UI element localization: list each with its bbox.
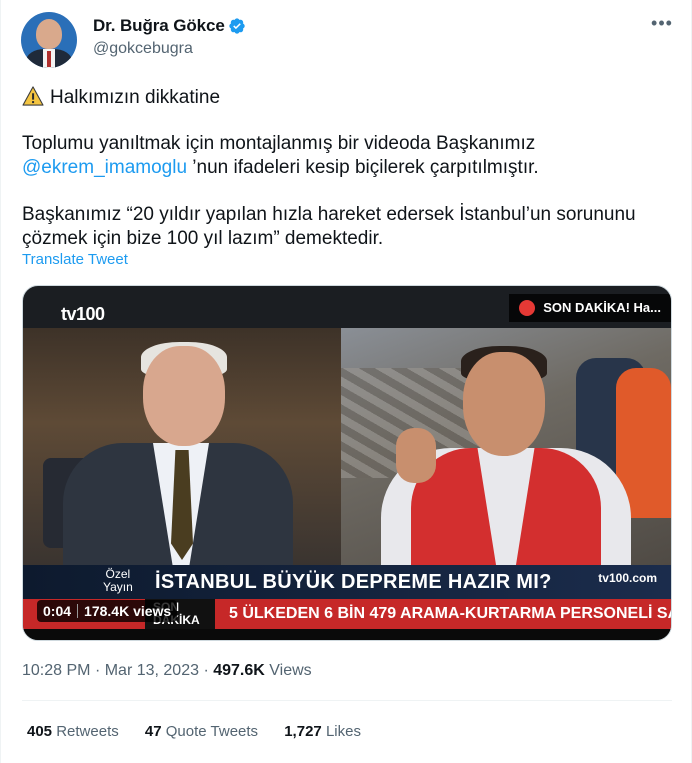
meta-dot: · [94, 662, 101, 679]
more-options-icon[interactable]: ••• [651, 14, 673, 36]
tweet-meta: 10:28 PM · Mar 13, 2023 · 497.6K Views [22, 662, 312, 680]
warning-icon [22, 86, 44, 106]
verified-badge-icon [229, 18, 245, 34]
tweet-line-3: @ekrem_imamoglu ’nun ifadeleri kesip biç… [22, 156, 539, 180]
quotes-count: 47 [144, 723, 162, 740]
tweet-text-1: Halkımızın dikkatine [50, 87, 221, 108]
engagement-stats: 405 Retweets 47 Quote Tweets 1,727 Likes [27, 723, 383, 740]
live-dot-icon [519, 300, 536, 316]
video-frame-left [23, 328, 341, 568]
tweet-text-3: ’nun ifadeleri kesip biçilerek çarpıtılm… [192, 157, 539, 178]
views-label: Views [269, 662, 312, 679]
video-views: 178.4K views [84, 603, 172, 619]
quotes-label: Quote Tweets [165, 723, 259, 740]
avatar[interactable] [21, 12, 77, 68]
program-label: Özel Yayın [103, 568, 133, 594]
lower-third: Özel Yayın İSTANBUL BÜYÜK DEPREME HAZIR … [23, 565, 671, 599]
meta-dot-2: · [203, 662, 209, 679]
video-frame-right [341, 328, 671, 568]
tweet-text-2: Toplumu yanıltmak için montajlanmış bir … [22, 133, 536, 154]
likes-stat[interactable]: 1,727 Likes [284, 723, 361, 740]
tweet-line-1: Halkımızın dikkatine [22, 86, 220, 110]
corner-logo: tv100.com [598, 571, 657, 585]
tweet-time[interactable]: 10:28 PM [22, 662, 90, 679]
ticker-text: 5 ÜLKEDEN 6 BİN 479 ARAMA-KURTARMA PERSO… [229, 605, 672, 622]
retweets-count: 405 [27, 723, 53, 740]
mention-link[interactable]: @ekrem_imamoglu [22, 157, 187, 178]
retweets-stat[interactable]: 405 Retweets [27, 723, 119, 740]
tweet-text-4: Başkanımız “20 yıldır yapılan hızla hare… [22, 204, 636, 225]
retweets-label: Retweets [56, 723, 119, 740]
quote-tweets-stat[interactable]: 47 Quote Tweets [145, 723, 258, 740]
likes-label: Likes [325, 723, 361, 740]
breaking-badge: SON DAKİKA! Ha... [509, 294, 671, 322]
video-headline: İSTANBUL BÜYÜK DEPREME HAZIR MI? [155, 571, 552, 593]
views-count: 497.6K [213, 662, 265, 679]
author-name[interactable]: Dr. Buğra Gökce [93, 16, 225, 36]
video-time-views: 0:04 178.4K views [37, 600, 178, 622]
likes-count: 1,727 [284, 723, 322, 740]
tweet-date[interactable]: Mar 13, 2023 [105, 662, 199, 679]
author-handle[interactable]: @gokcebugra [93, 40, 193, 58]
divider [22, 700, 672, 701]
breaking-text: SON DAKİKA! Ha... [543, 300, 661, 315]
video-time: 0:04 [43, 603, 72, 619]
tweet-card: Dr. Buğra Gökce @gokcebugra ••• Halkımız… [0, 0, 692, 763]
channel-logo: tv100 [61, 304, 105, 324]
tweet-text-5: çözmek için bize 100 yıl lazım” demekted… [22, 228, 384, 249]
program-label-2: Yayın [103, 580, 133, 594]
video-player[interactable]: tv100 SON DAKİKA! Ha... Özel Yayın İSTAN… [22, 285, 672, 641]
video-bottom-strip [23, 629, 671, 640]
translate-tweet-link[interactable]: Translate Tweet [22, 251, 128, 268]
